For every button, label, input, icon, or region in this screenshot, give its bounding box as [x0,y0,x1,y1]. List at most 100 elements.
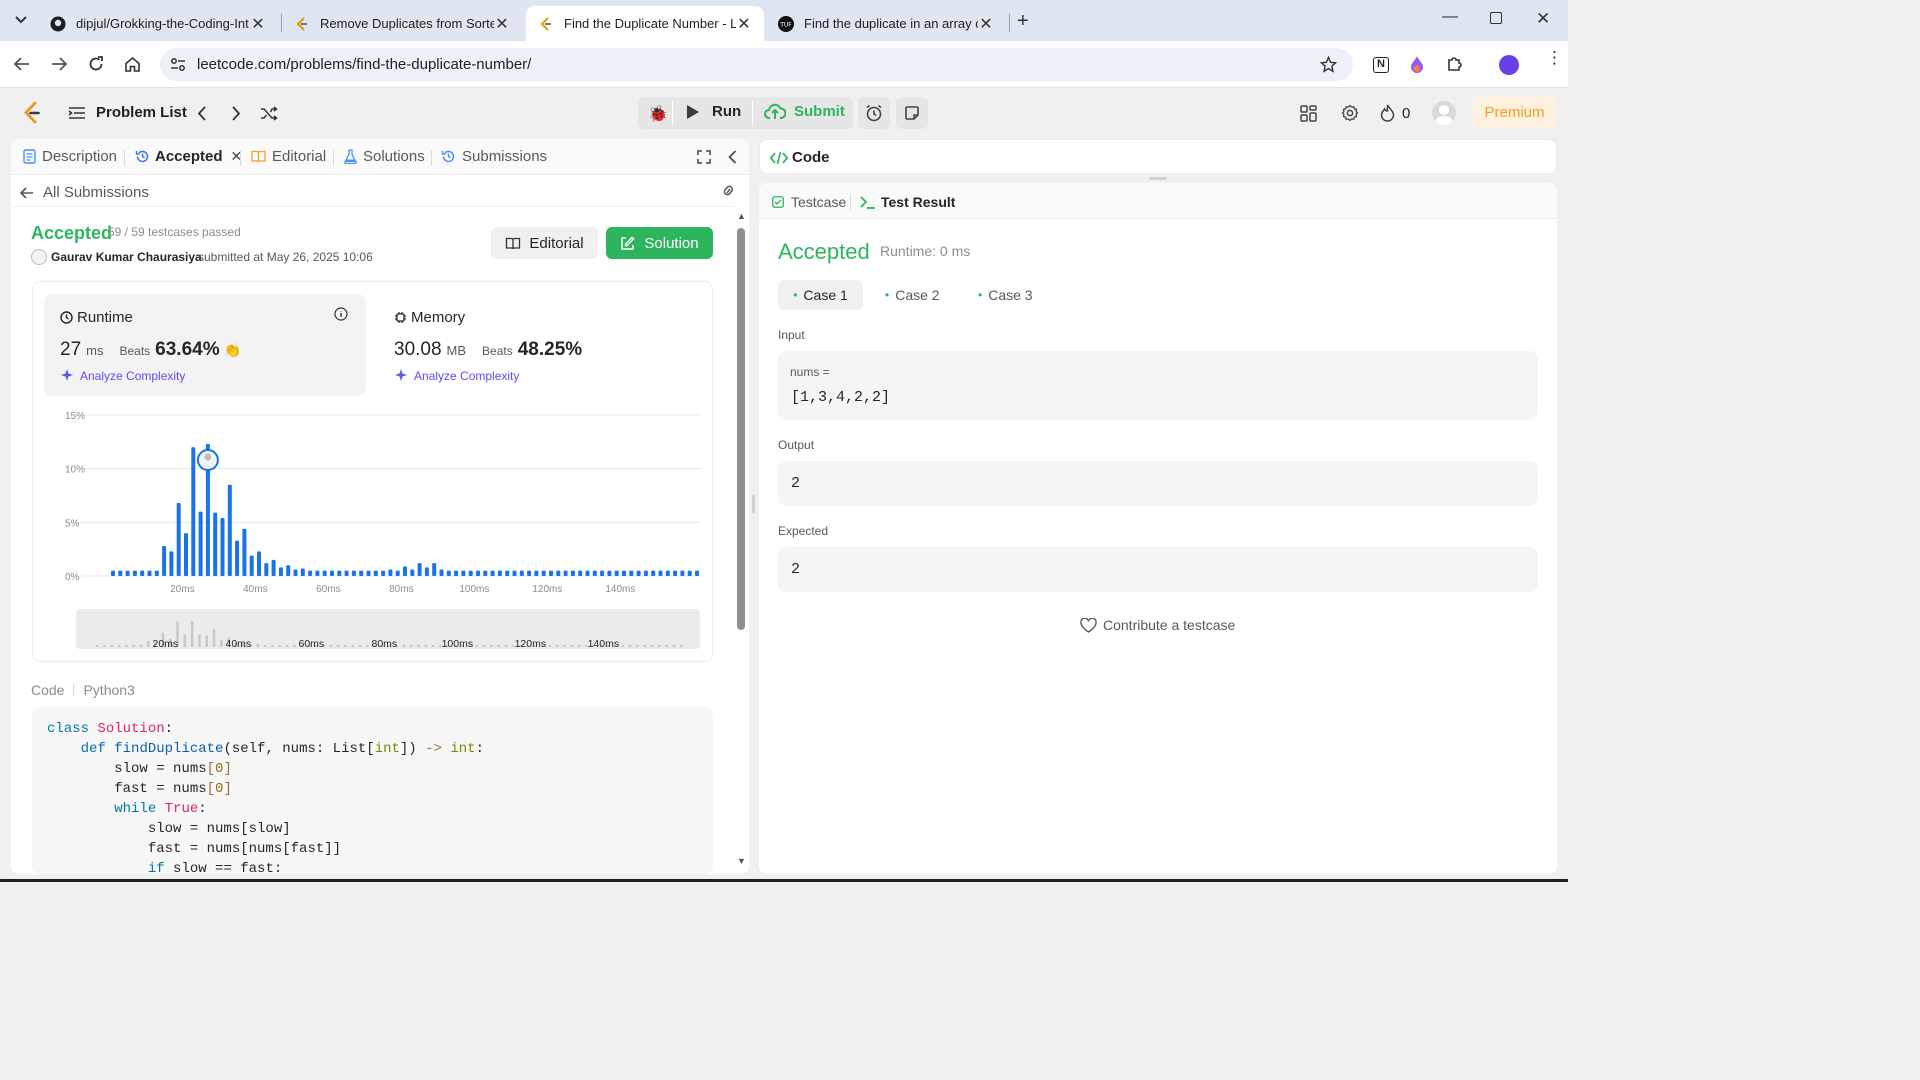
chart-bar[interactable] [432,563,437,576]
chart-bar[interactable] [373,570,378,576]
chart-bar[interactable] [125,570,130,576]
next-problem-icon[interactable] [231,106,241,121]
chart-bar[interactable] [563,570,568,576]
panel-resize-handle[interactable] [752,495,755,513]
case-1-tab[interactable]: • Case 1 [778,280,863,310]
chart-bar[interactable] [330,570,334,576]
left-scrollbar-thumb[interactable] [737,228,745,630]
chart-bar[interactable] [293,569,298,576]
chart-bar[interactable] [578,570,583,576]
chart-bar[interactable] [490,570,495,576]
chart-bar[interactable] [249,555,254,576]
submit-button[interactable]: Submit [764,102,845,120]
chart-bar[interactable] [235,540,240,576]
chart-bar[interactable] [570,570,575,576]
chart-bar[interactable] [322,570,327,576]
new-tab-button[interactable]: + [1017,10,1029,33]
chart-bar[interactable] [220,518,225,576]
chart-bar[interactable] [176,503,181,576]
star-icon[interactable] [1320,56,1337,73]
chart-bar[interactable] [264,563,269,576]
layout-grid-icon[interactable] [1300,105,1317,122]
chart-bar[interactable] [476,570,480,576]
site-settings-icon[interactable] [170,57,186,72]
close-icon[interactable]: ✕ [250,14,266,34]
leetcode-logo-icon[interactable] [22,101,42,125]
chart-bar[interactable] [454,570,459,576]
chart-bar[interactable] [271,559,276,576]
scroll-down-icon[interactable]: ▼ [737,856,746,866]
chart-bar[interactable] [198,511,203,576]
chart-bar[interactable] [614,570,619,576]
tab-solutions[interactable]: Solutions [344,148,425,165]
chart-bar[interactable] [337,570,342,576]
chart-bar[interactable] [381,570,386,576]
case-2-tab[interactable]: • Case 2 [885,280,940,310]
chart-bar[interactable] [439,569,444,576]
chart-bar[interactable] [461,570,466,576]
solution-button[interactable]: Solution [606,227,713,259]
close-icon[interactable]: ✕ [736,14,752,34]
chart-bar[interactable] [403,566,407,576]
analyze-complexity-runtime[interactable]: Analyze Complexity [60,368,185,383]
chart-bar[interactable] [629,570,634,576]
all-submissions-link[interactable]: All Submissions [20,184,149,201]
chart-bar[interactable] [154,570,159,576]
chart-bar[interactable] [673,570,678,576]
chart-bar[interactable] [468,570,473,576]
forward-arrow-icon[interactable] [51,57,67,71]
chart-bar[interactable] [607,570,612,576]
expected-box[interactable]: 2 [778,547,1538,592]
chart-bar[interactable] [549,570,553,576]
scroll-up-icon[interactable]: ▲ [737,211,746,221]
editorial-button[interactable]: Editorial [491,227,598,259]
premium-button[interactable]: Premium [1473,97,1556,129]
chart-bar[interactable] [497,570,502,576]
chart-bar[interactable] [140,570,145,576]
extension-flame-icon[interactable] [1409,55,1425,74]
chart-bar[interactable] [118,570,123,576]
browser-tab[interactable]: Remove Duplicates from Sorted ✕ [282,6,522,41]
chart-bar[interactable] [556,570,561,576]
chart-bar[interactable] [344,570,349,576]
chart-bar[interactable] [695,570,699,576]
tab-submissions[interactable]: Submissions [441,148,547,165]
chart-bar[interactable] [585,570,590,576]
analyze-complexity-memory[interactable]: Analyze Complexity [394,368,519,383]
chart-bar[interactable] [424,567,429,576]
tab-search-button[interactable] [11,10,31,30]
chart-bar[interactable] [388,569,393,576]
chart-bar[interactable] [446,570,451,576]
address-bar[interactable]: leetcode.com/problems/find-the-duplicate… [160,48,1353,81]
chart-bar[interactable] [651,570,656,576]
streak-counter[interactable]: 0 [1380,104,1410,122]
chart-bar[interactable] [512,570,517,576]
chart-bar[interactable] [286,565,291,576]
tab-editorial[interactable]: Editorial [251,148,326,165]
browser-tab[interactable]: TUF Find the duplicate in an array of ✕ [766,6,1006,41]
info-icon[interactable] [334,307,348,321]
browser-tab-active[interactable]: Find the Duplicate Number - Le ✕ [526,6,764,41]
home-icon[interactable] [124,56,141,72]
chart-bar[interactable] [315,570,320,576]
chart-bar[interactable] [483,570,488,576]
chart-bar[interactable] [278,567,283,576]
chart-bar[interactable] [622,570,626,576]
chart-bar[interactable] [359,570,364,576]
vertical-resize-handle[interactable] [1149,177,1167,180]
notes-button[interactable] [896,97,928,129]
input-box[interactable]: nums = [1,3,4,2,2] [778,351,1538,420]
chart-bar[interactable] [242,528,247,576]
chart-bar[interactable] [541,570,546,576]
chart-bar[interactable] [687,570,692,576]
profile-avatar[interactable] [1499,55,1519,75]
minimize-button[interactable]: — [1442,8,1458,26]
chart-bar[interactable] [169,551,174,576]
chart-bar[interactable] [534,570,539,576]
chart-bar[interactable] [417,563,422,576]
output-box[interactable]: 2 [778,461,1538,506]
shuffle-icon[interactable] [260,106,278,121]
code-tab[interactable]: Code [770,149,830,166]
timer-button[interactable] [858,97,890,129]
tab-accepted[interactable]: Accepted ✕ [135,148,242,165]
